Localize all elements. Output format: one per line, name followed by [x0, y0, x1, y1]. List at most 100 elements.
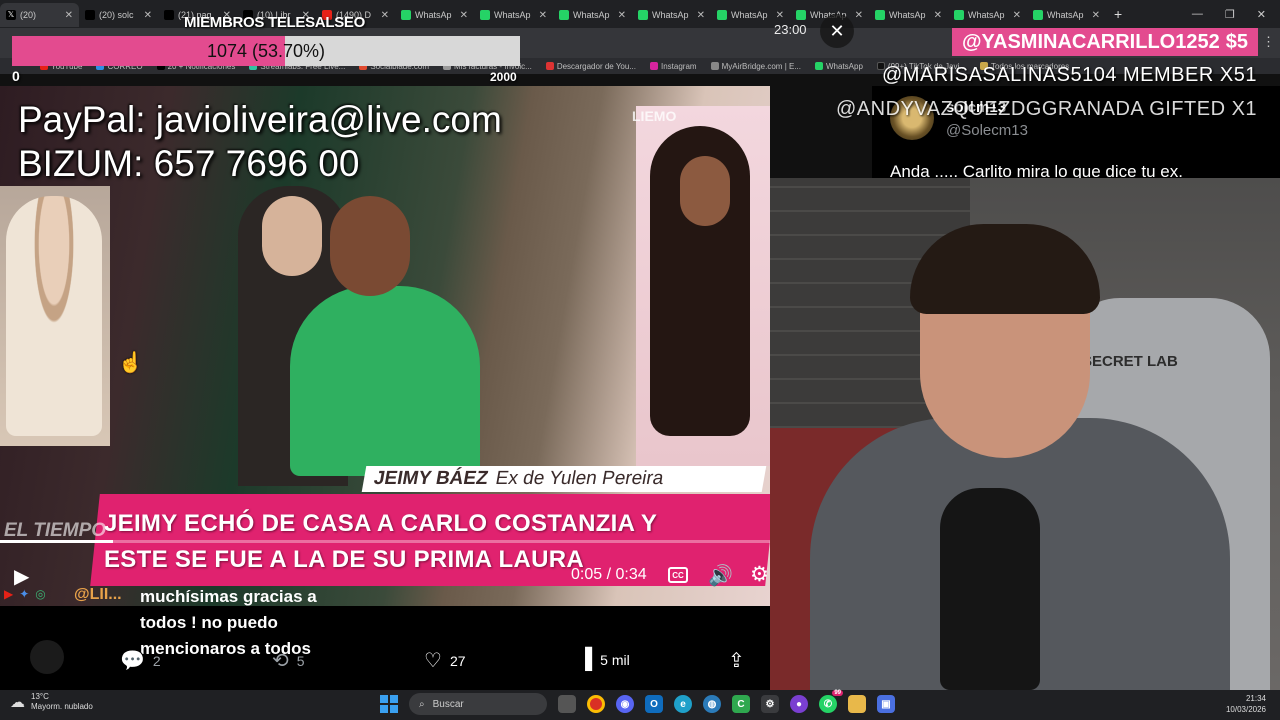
remote-desktop-icon[interactable]: ▣ [877, 695, 895, 713]
chat-username[interactable]: @LII... [74, 586, 122, 604]
donation-user: @YASMINACARRILLO1252 [962, 30, 1220, 53]
search-placeholder: Buscar [432, 698, 464, 710]
browser-tab[interactable]: WhatsAp ✕ [1027, 3, 1106, 27]
weather-widget[interactable]: ☁ 13°C Mayorm. nublado [10, 692, 93, 712]
clock-date: 10/03/2026 [1225, 705, 1266, 714]
video-face [680, 156, 730, 226]
whatsapp-icon [954, 10, 964, 20]
close-icon[interactable]: ✕ [1013, 10, 1021, 21]
taskbar-search[interactable]: ⌕ Buscar [409, 693, 547, 715]
settings-gear-icon[interactable]: ⚙ [750, 562, 769, 587]
caption-line: JEIMY ECHÓ DE CASA A CARLO COSTANZIA Y [104, 510, 658, 537]
maximize-button[interactable]: ❐ [1225, 8, 1235, 21]
platform-icons: ▶ ✦ ◎ [4, 587, 46, 601]
close-icon[interactable]: ✕ [934, 10, 942, 21]
captions-button[interactable]: CC [668, 567, 688, 583]
close-icon[interactable]: ✕ [855, 10, 863, 21]
video-progress-bar[interactable] [0, 540, 770, 543]
globe-icon[interactable]: ◍ [703, 695, 721, 713]
task-view-icon[interactable] [558, 695, 576, 713]
search-icon: ⌕ [419, 698, 425, 710]
browser-tab[interactable]: WhatsAp ✕ [948, 3, 1027, 27]
hand-cursor-icon: ☝ [118, 352, 143, 374]
tab-label: WhatsAp [731, 10, 768, 20]
chair-logo: SECRET LAB [1082, 353, 1178, 370]
youtube-icon: ▶ [4, 587, 14, 601]
weather-desc: Mayorm. nublado [31, 702, 93, 711]
donation-info: PayPal: javioliveira@live.com BIZUM: 657… [18, 98, 502, 186]
whatsapp-icon [1033, 10, 1043, 20]
whatsapp-icon [559, 10, 569, 20]
bookmark[interactable]: WhatsApp [815, 61, 863, 71]
browser-tab[interactable]: (20) solc ✕ [79, 3, 158, 27]
whatsapp-icon[interactable]: ✆ 99 [819, 690, 843, 713]
bookmark[interactable]: Descargador de You... [545, 61, 636, 71]
windows-start-icon[interactable] [380, 695, 398, 713]
video-person-left [6, 196, 102, 436]
video-face [262, 196, 322, 276]
play-icon[interactable]: ▶ [14, 564, 29, 589]
share-button[interactable]: ⇪ [728, 648, 745, 673]
tab-label: WhatsAp [889, 10, 926, 20]
close-icon[interactable]: ✕ [381, 10, 389, 21]
cloud-icon: ☁ [10, 694, 25, 711]
tab-label: WhatsAp [1047, 10, 1084, 20]
taskbar-clock[interactable]: 21:34 10/03/2026 [1226, 693, 1266, 715]
caption-name: JEIMY BÁEZ [372, 468, 490, 489]
browser-tab[interactable]: 𝕏 (20) ✕ [0, 3, 79, 27]
minimize-button[interactable]: — [1192, 8, 1203, 21]
avatar [30, 640, 64, 674]
obs-icon[interactable]: ● [790, 695, 808, 713]
close-icon[interactable]: ✕ [539, 10, 547, 21]
browser-tab[interactable]: WhatsAp ✕ [474, 3, 553, 27]
repost-button[interactable]: ⟲ 5 [272, 648, 305, 673]
edge-icon[interactable]: e [674, 695, 692, 713]
volume-icon[interactable]: 🔊 [708, 563, 733, 588]
chat-message-thanks: muchísimas gracias a todos ! no puedo me… [140, 587, 317, 658]
bookmark[interactable]: MyAirBridge.com | E... [710, 61, 801, 71]
heart-icon: ♡ [424, 650, 442, 672]
close-icon[interactable]: ✕ [65, 10, 73, 21]
settings-icon[interactable]: ⚙ [761, 695, 779, 713]
whatsapp-icon [717, 10, 727, 20]
members-goal-bar: 1074 (53.70%) [12, 36, 520, 66]
tab-label: (20) solc [99, 10, 134, 20]
folder-icon[interactable] [848, 695, 866, 713]
taskbar-apps: ⌕ Buscar ◉ O e ◍ C ⚙ ● ✆ 99 ▣ [380, 690, 895, 715]
chrome-icon[interactable] [587, 695, 605, 713]
more-options-icon[interactable]: ⋮ [1262, 34, 1275, 50]
discord-icon[interactable]: ◉ [616, 695, 634, 713]
bookmark[interactable]: Instagram [649, 61, 697, 71]
reply-button[interactable]: 💬 2 [120, 648, 161, 673]
close-icon[interactable]: ✕ [776, 10, 784, 21]
video-face [330, 196, 410, 296]
like-button[interactable]: ♡ 27 [424, 648, 466, 673]
repost-icon: ⟲ [272, 650, 289, 672]
browser-tab[interactable]: WhatsAp ✕ [395, 3, 474, 27]
close-icon[interactable]: ✕ [1092, 10, 1100, 21]
donation-amount: $5 [1225, 30, 1248, 53]
browser-tab[interactable]: WhatsAp ✕ [869, 3, 948, 27]
close-window-button[interactable]: ✕ [1257, 8, 1266, 21]
close-icon[interactable]: ✕ [618, 10, 626, 21]
channel-logo: LIEMO [632, 108, 677, 124]
whatsapp-icon [480, 10, 490, 20]
members-goal-max: 2000 [490, 70, 517, 84]
caption-role: Ex de Yulen Pereira [493, 468, 666, 489]
whatsapp-icon [815, 61, 823, 70]
close-icon[interactable]: ✕ [460, 10, 468, 21]
outlook-icon[interactable]: O [645, 695, 663, 713]
caption-name-plate: JEIMY BÁEZ Ex de Yulen Pereira [361, 466, 767, 492]
tab-label: WhatsAp [652, 10, 689, 20]
camtasia-icon[interactable]: C [732, 695, 750, 713]
close-icon[interactable]: ✕ [820, 14, 854, 48]
x-icon [85, 10, 95, 20]
tab-label: WhatsAp [968, 10, 1005, 20]
instagram-icon [649, 61, 658, 70]
browser-tab[interactable]: WhatsAp ✕ [632, 3, 711, 27]
close-icon[interactable]: ✕ [144, 10, 152, 21]
new-tab-button[interactable]: + [1106, 6, 1130, 22]
browser-tab[interactable]: WhatsAp ✕ [553, 3, 632, 27]
views-button[interactable]: ▐ 5 mil [578, 648, 630, 671]
close-icon[interactable]: ✕ [697, 10, 705, 21]
